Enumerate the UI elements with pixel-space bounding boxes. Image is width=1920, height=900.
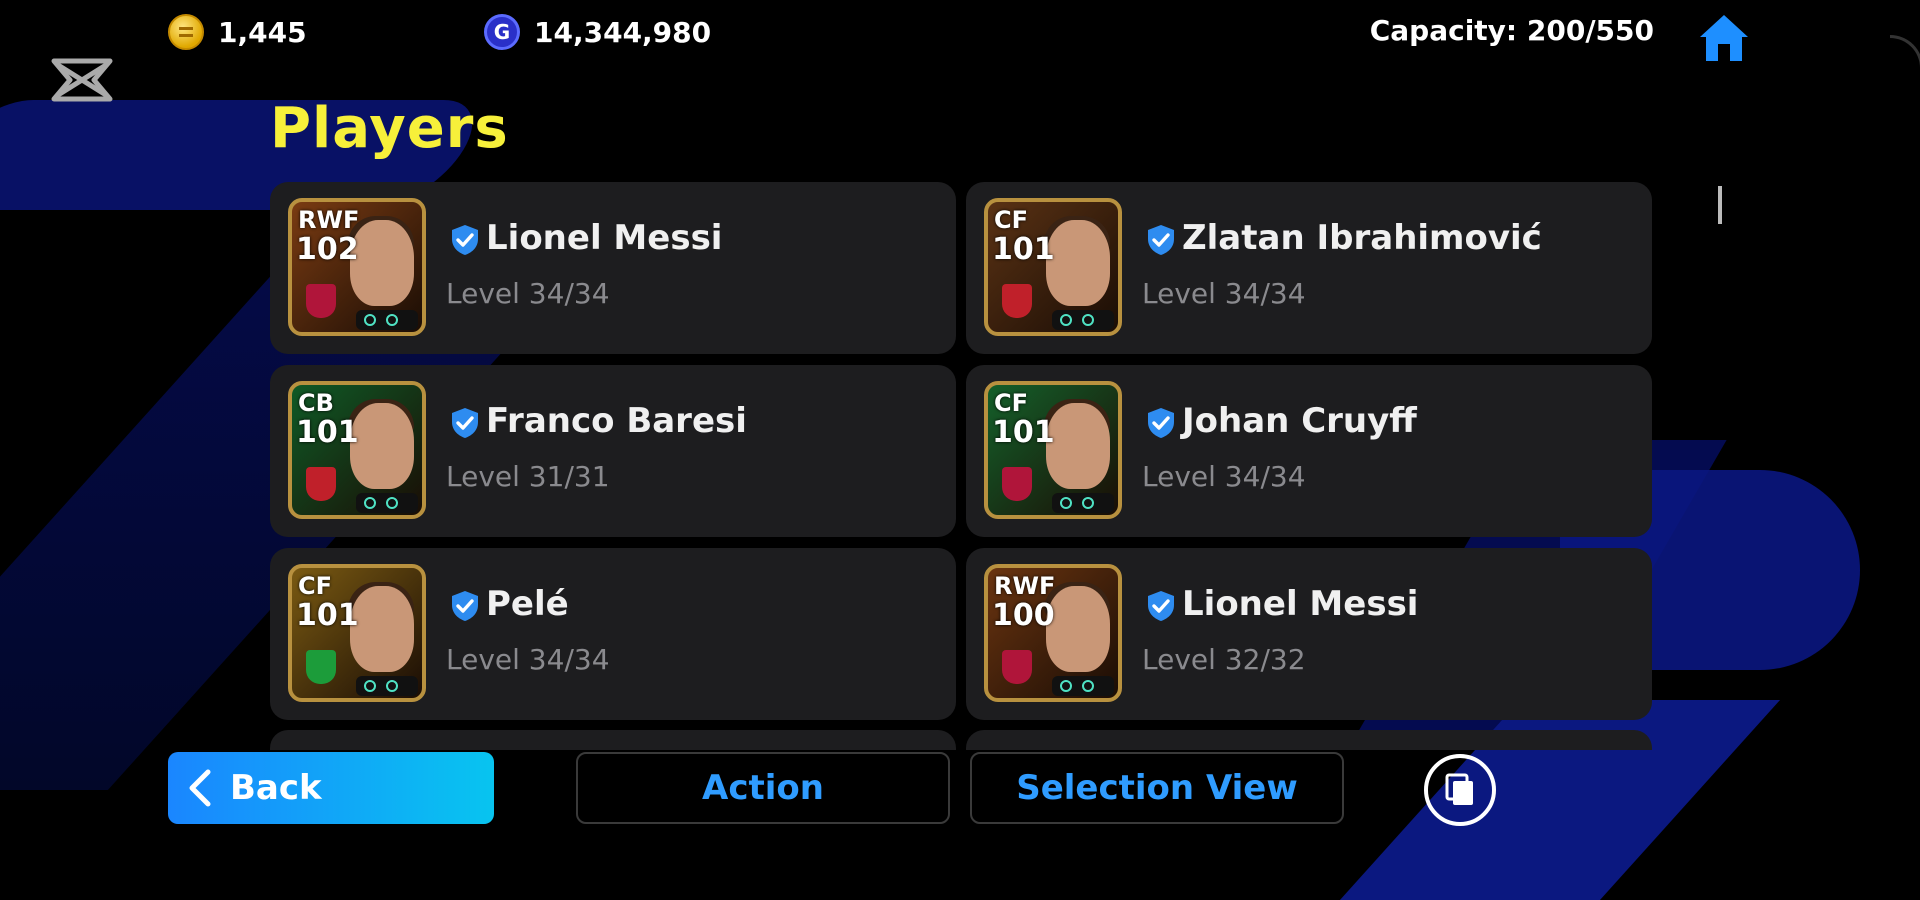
back-label: Back [230, 768, 322, 808]
player-rating: 101 [296, 415, 359, 450]
player-level: Level 32/32 [1142, 643, 1306, 676]
scroll-indicator[interactable] [1718, 186, 1722, 224]
player-thumbnail: CF 101 [984, 381, 1122, 519]
player-card-partial[interactable] [966, 730, 1652, 750]
top-bar: 1,445 G 14,344,980 Capacity: 200/550 [0, 14, 1920, 61]
player-name: Johan Cruyff [1182, 401, 1417, 441]
player-rating: 102 [296, 232, 359, 267]
player-card[interactable]: RWF 100 Lionel Messi Level 32/32 [966, 548, 1652, 720]
player-portrait [1046, 220, 1110, 306]
gp-icon: G [484, 14, 520, 50]
verified-shield-icon [452, 408, 478, 438]
player-position: CF [994, 206, 1029, 234]
skill-dot-icon [1082, 497, 1094, 509]
player-thumbnail: CB 101 [288, 381, 426, 519]
skill-dot-icon [364, 680, 376, 692]
skill-dot-icon [364, 314, 376, 326]
player-rating: 101 [992, 232, 1055, 267]
player-name: Pelé [486, 584, 569, 624]
skill-dot-icon [386, 680, 398, 692]
player-position: CF [994, 389, 1029, 417]
coins-display: 1,445 [168, 14, 307, 50]
player-card[interactable]: CF 101 Zlatan Ibrahimović Level 34/34 [966, 182, 1652, 354]
player-thumbnail: CF 101 [288, 564, 426, 702]
skill-dot-icon [386, 497, 398, 509]
player-portrait [350, 403, 414, 489]
player-name: Lionel Messi [1182, 584, 1419, 624]
verified-shield-icon [452, 591, 478, 621]
club-crest-icon [306, 467, 336, 501]
player-card[interactable]: CF 101 Johan Cruyff Level 34/34 [966, 365, 1652, 537]
skill-dot-icon [1060, 314, 1072, 326]
player-level: Level 34/34 [1142, 277, 1306, 310]
player-name: Zlatan Ibrahimović [1182, 218, 1542, 258]
gp-value: 14,344,980 [534, 15, 712, 49]
page-title: Players [270, 96, 509, 161]
skill-dot-icon [1060, 680, 1072, 692]
coin-icon [168, 14, 204, 50]
player-card[interactable]: CF 101 Pelé Level 34/34 [270, 548, 956, 720]
player-level: Level 31/31 [446, 460, 610, 493]
player-position: CF [298, 572, 333, 600]
player-position: RWF [994, 572, 1056, 600]
player-level: Level 34/34 [446, 277, 610, 310]
verified-shield-icon [452, 225, 478, 255]
skill-dot-icon [1082, 314, 1094, 326]
verified-shield-icon [1148, 408, 1174, 438]
player-card[interactable]: RWF 102 Lionel Messi Level 34/34 [270, 182, 956, 354]
copy-icon [1445, 773, 1473, 805]
player-name: Franco Baresi [486, 401, 747, 441]
player-rating: 100 [992, 598, 1055, 633]
player-name: Lionel Messi [486, 218, 723, 258]
player-rating: 101 [992, 415, 1055, 450]
player-thumbnail: RWF 102 [288, 198, 426, 336]
skill-dot-icon [364, 497, 376, 509]
selection-view-button[interactable]: Selection View [970, 752, 1344, 824]
player-level: Level 34/34 [1142, 460, 1306, 493]
skill-dot-icon [1060, 497, 1072, 509]
coins-value: 1,445 [218, 15, 307, 49]
chevron-left-icon [189, 769, 211, 807]
player-portrait [350, 220, 414, 306]
home-icon[interactable] [1698, 12, 1750, 64]
skill-dot-icon [1082, 680, 1094, 692]
verified-shield-icon [1148, 591, 1174, 621]
edge-decoration [1890, 35, 1920, 178]
player-portrait [1046, 586, 1110, 672]
player-position: CB [298, 389, 334, 417]
player-card-partial[interactable] [270, 730, 956, 750]
copy-button[interactable] [1424, 754, 1496, 826]
skill-dot-icon [386, 314, 398, 326]
player-level: Level 34/34 [446, 643, 610, 676]
club-crest-icon [1002, 467, 1032, 501]
verified-shield-icon [1148, 225, 1174, 255]
action-label: Action [702, 768, 824, 808]
player-portrait [1046, 403, 1110, 489]
club-crest-icon [306, 650, 336, 684]
club-crest-icon [1002, 650, 1032, 684]
player-portrait [350, 586, 414, 672]
selection-view-label: Selection View [1016, 768, 1298, 808]
player-rating: 101 [296, 598, 359, 633]
club-crest-icon [1002, 284, 1032, 318]
player-thumbnail: CF 101 [984, 198, 1122, 336]
player-thumbnail: RWF 100 [984, 564, 1122, 702]
action-button[interactable]: Action [576, 752, 950, 824]
back-button[interactable]: Back [168, 752, 494, 824]
club-crest-icon [306, 284, 336, 318]
player-position: RWF [298, 206, 360, 234]
capacity-label: Capacity: 200/550 [1369, 14, 1654, 47]
gp-display: G 14,344,980 [484, 14, 711, 50]
player-card[interactable]: CB 101 Franco Baresi Level 31/31 [270, 365, 956, 537]
capcut-logo-icon [51, 58, 113, 102]
